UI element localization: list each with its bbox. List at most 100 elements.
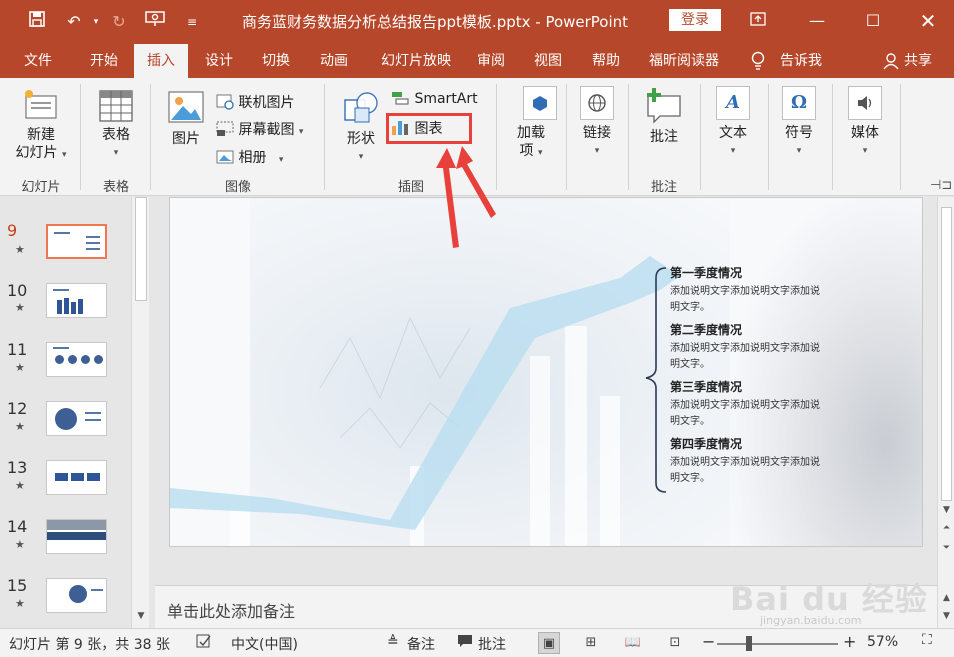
tab-home[interactable]: 开始 xyxy=(76,44,132,78)
new-slide-button[interactable]: 新建 幻灯片 ▾ xyxy=(10,88,72,164)
reading-view-icon[interactable]: 📖 xyxy=(622,632,644,654)
slide-thumbnail[interactable] xyxy=(46,401,107,436)
share-button[interactable]: 共享 xyxy=(904,44,932,78)
quarter-title[interactable]: 第四季度情况 xyxy=(670,435,742,452)
slide-thumbnail[interactable] xyxy=(46,460,107,495)
slide-thumbnail[interactable] xyxy=(46,283,107,318)
thumbnail-scrollbar[interactable]: ▼ xyxy=(131,197,149,628)
symbol-button[interactable]: Ω 符号 ▾ xyxy=(774,86,824,160)
zoom-slider-thumb[interactable] xyxy=(746,636,752,651)
tell-me-search[interactable]: 告诉我 xyxy=(780,44,822,78)
quarter-description[interactable]: 添加说明文字添加说明文字添加说明文字。 xyxy=(670,455,820,487)
tab-insert[interactable]: 插入 xyxy=(134,44,188,78)
ribbon-display-options-icon[interactable] xyxy=(744,8,772,34)
notes-toggle-icon[interactable]: ≜ xyxy=(387,634,399,650)
album-label: 相册 xyxy=(238,150,267,166)
tab-design[interactable]: 设计 xyxy=(192,44,246,78)
smartart-button[interactable]: SmartArt xyxy=(390,90,478,107)
login-button[interactable]: 登录 xyxy=(669,9,721,31)
pin-ribbon-icon[interactable]: ⊣⊐ xyxy=(930,178,952,193)
scrollbar-thumb[interactable] xyxy=(135,197,147,301)
notes-scroll-down-icon[interactable]: ▼ xyxy=(940,611,953,621)
quarter-title[interactable]: 第一季度情况 xyxy=(670,264,742,281)
tab-view[interactable]: 视图 xyxy=(520,44,576,78)
online-picture-button[interactable]: 联机图片 xyxy=(216,92,294,112)
next-slide-icon[interactable]: ⏷ xyxy=(940,543,953,553)
save-icon[interactable] xyxy=(25,10,49,34)
tab-foxit-reader[interactable]: 福昕阅读器 xyxy=(638,44,730,78)
group-divider xyxy=(628,84,629,190)
tab-help[interactable]: 帮助 xyxy=(578,44,634,78)
spelling-check-icon[interactable] xyxy=(196,633,212,653)
fit-to-window-icon[interactable]: ⛶ xyxy=(922,632,932,648)
quarter-description[interactable]: 添加说明文字添加说明文字添加说明文字。 xyxy=(670,341,820,373)
slide-thumbnail[interactable] xyxy=(46,519,107,554)
slide-count-status: 幻灯片 第 9 张，共 38 张 xyxy=(9,637,170,653)
slide-scrollbar[interactable]: ▼ ⏶ ⏷ ▲ ▼ xyxy=(937,197,954,628)
undo-icon[interactable]: ↶ xyxy=(62,10,86,34)
slide-thumbnail[interactable] xyxy=(46,578,107,613)
maximize-icon[interactable]: ☐ xyxy=(859,8,887,34)
normal-view-icon[interactable]: ▣ xyxy=(538,632,560,654)
slide-sorter-view-icon[interactable]: ⊞ xyxy=(580,632,602,654)
slide-number: 12 xyxy=(7,399,28,418)
text-button[interactable]: A 文本 ▾ xyxy=(708,86,758,160)
tab-slideshow[interactable]: 幻灯片放映 xyxy=(366,44,466,78)
chevron-down-icon: ▾ xyxy=(61,150,67,160)
addins-button[interactable]: 加载 项 ▾ xyxy=(505,86,557,162)
status-bar: 幻灯片 第 9 张，共 38 张 中文(中国) ≜ 备注 批注 ▣ ⊞ 📖 ⊡ … xyxy=(0,628,954,657)
tab-file[interactable]: 文件 xyxy=(10,44,66,78)
close-icon[interactable]: ✕ xyxy=(914,8,942,34)
quarter-description[interactable]: 添加说明文字添加说明文字添加说明文字。 xyxy=(670,398,820,430)
tab-review[interactable]: 审阅 xyxy=(466,44,516,78)
picture-icon xyxy=(168,91,204,123)
share-icon[interactable] xyxy=(883,44,899,78)
screenshot-button[interactable]: 屏幕截图 ▾ xyxy=(216,119,303,139)
comments-toggle-button[interactable]: 批注 xyxy=(478,634,506,654)
smartart-label: SmartArt xyxy=(414,91,478,107)
customize-toolbar-icon[interactable]: ≡ xyxy=(180,10,204,34)
notes-scroll-up-icon[interactable]: ▲ xyxy=(940,593,953,603)
addins-icon xyxy=(523,86,557,120)
scroll-down-icon[interactable]: ▼ xyxy=(135,611,147,621)
previous-slide-icon[interactable]: ⏶ xyxy=(940,523,953,533)
picture-button[interactable]: 图片 xyxy=(160,90,212,148)
scroll-down-icon[interactable]: ▼ xyxy=(940,505,953,515)
album-button[interactable]: 相册 ▾ xyxy=(216,147,283,167)
bracket-shape xyxy=(645,267,667,493)
link-icon xyxy=(580,86,614,120)
tab-animations[interactable]: 动画 xyxy=(306,44,362,78)
online-picture-label: 联机图片 xyxy=(238,95,295,111)
presentation-icon[interactable] xyxy=(143,10,167,34)
slide-thumbnail[interactable] xyxy=(46,224,107,259)
comment-button[interactable]: 批注 xyxy=(638,86,690,146)
link-button[interactable]: 链接 ▾ xyxy=(572,86,622,160)
zoom-in-icon[interactable]: + xyxy=(843,632,856,651)
media-button[interactable]: 媒体 ▾ xyxy=(840,86,890,160)
quarter-title[interactable]: 第三季度情况 xyxy=(670,378,742,395)
tab-transitions[interactable]: 切换 xyxy=(248,44,304,78)
slide-number: 14 xyxy=(7,517,28,536)
lightbulb-icon[interactable] xyxy=(751,44,765,78)
table-button[interactable]: 表格 ▾ xyxy=(90,90,142,162)
quarter-title[interactable]: 第二季度情况 xyxy=(670,321,742,338)
slide-canvas[interactable]: 第一季度情况 添加说明文字添加说明文字添加说明文字。 第二季度情况 添加说明文字… xyxy=(169,197,923,547)
slideshow-view-icon[interactable]: ⊡ xyxy=(664,632,686,654)
scrollbar-thumb[interactable] xyxy=(941,207,952,501)
quarter-description[interactable]: 添加说明文字添加说明文字添加说明文字。 xyxy=(670,284,820,316)
minimize-icon[interactable]: — xyxy=(803,8,831,34)
animation-star-icon: ★ xyxy=(15,301,25,314)
zoom-slider-track[interactable] xyxy=(717,643,838,645)
chevron-down-icon: ▾ xyxy=(113,148,119,158)
language-status[interactable]: 中文(中国) xyxy=(231,634,298,654)
smartart-icon xyxy=(390,91,414,107)
notes-toggle-button[interactable]: 备注 xyxy=(407,634,435,654)
zoom-out-icon[interactable]: − xyxy=(702,632,715,651)
comments-toggle-icon[interactable] xyxy=(457,634,473,652)
redo-icon: ↻ xyxy=(112,12,126,31)
slide-thumbnail[interactable] xyxy=(46,342,107,377)
shapes-button[interactable]: 形状 ▾ xyxy=(336,90,386,166)
zoom-level[interactable]: 57% xyxy=(867,634,898,650)
undo-dropdown-icon[interactable]: ▾ xyxy=(84,10,108,34)
notes-placeholder[interactable]: 单击此处添加备注 xyxy=(167,598,295,622)
